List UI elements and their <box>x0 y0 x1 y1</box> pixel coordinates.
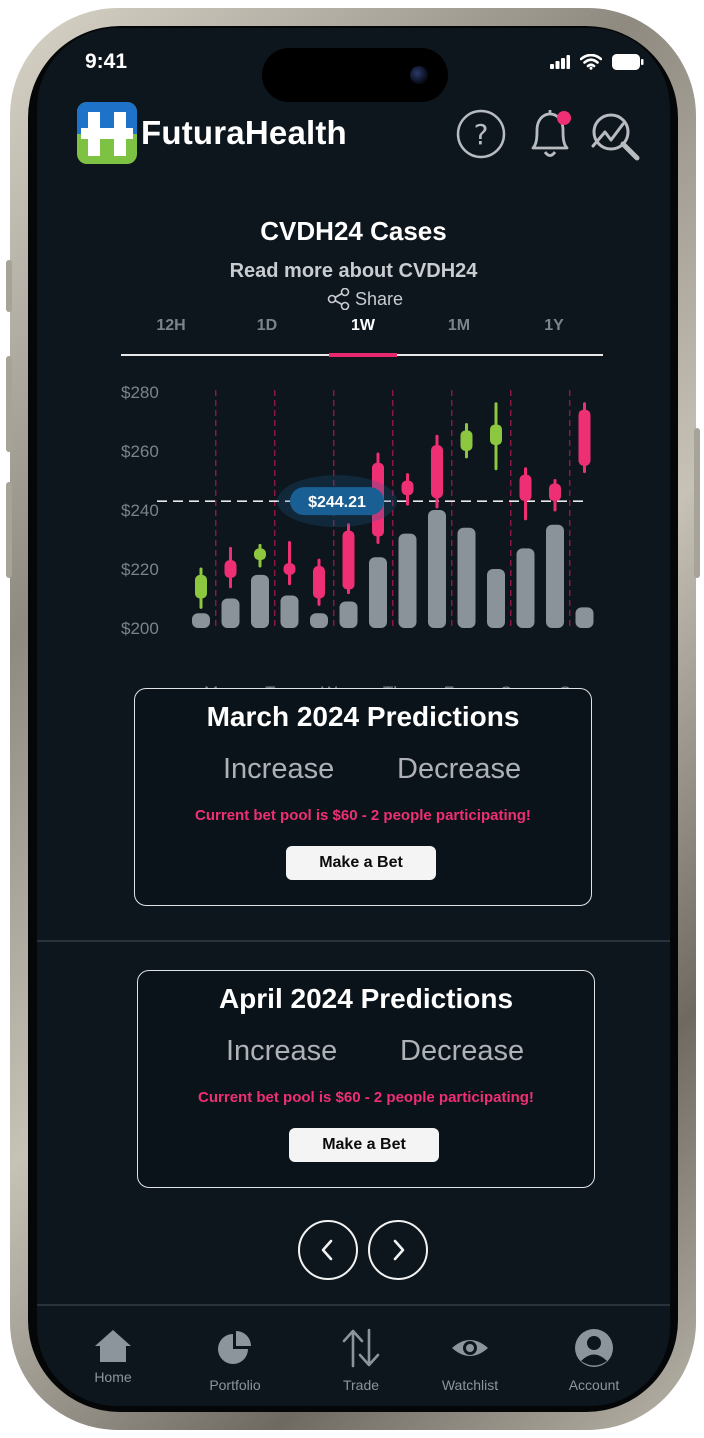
prediction-title: March 2024 Predictions <box>206 701 520 732</box>
eye-icon <box>452 1340 488 1356</box>
volume-bar <box>546 524 564 628</box>
status-time: 9:41 <box>85 50 128 73</box>
user-icon <box>575 1329 613 1367</box>
nav-account[interactable]: Account <box>544 1328 644 1393</box>
candle-body <box>578 409 591 466</box>
volume-bar <box>310 613 328 628</box>
candle-body <box>431 445 443 499</box>
candle-body <box>401 480 414 496</box>
tab-1d[interactable]: 1D <box>237 317 297 335</box>
volume-bar <box>487 569 505 628</box>
nav-portfolio[interactable]: Portfolio <box>185 1328 285 1393</box>
volume-bar <box>457 527 476 628</box>
nav-label: Trade <box>342 1377 380 1393</box>
candle-body <box>254 548 266 561</box>
increase-option[interactable]: Increase <box>226 1035 337 1068</box>
cellular-signal-icon <box>550 55 570 69</box>
share-button[interactable]: Share <box>327 288 403 310</box>
next-page-button[interactable] <box>368 1220 428 1280</box>
help-icon[interactable]: ? <box>455 108 507 160</box>
candle-body <box>549 483 561 502</box>
increase-option[interactable]: Increase <box>223 753 334 786</box>
bottom-navigation: Home Portfolio Trade Watchlist Account <box>37 1306 670 1406</box>
app-screen: 9:41 FuturaHealth ? CVDH24 Cases Read mo… <box>37 28 670 1406</box>
time-range-tabs: 12H 1D 1W 1M 1Y <box>121 313 603 357</box>
prediction-card-april: April 2024 Predictions Increase Decrease… <box>137 970 595 1188</box>
previous-page-button[interactable] <box>298 1220 358 1280</box>
share-label: Share <box>355 288 404 309</box>
y-tick-label: $240 <box>121 501 159 520</box>
nav-label: Account <box>568 1377 620 1393</box>
volume-bar <box>398 533 417 628</box>
chart-title: CVDH24 Cases <box>260 216 447 246</box>
volume-bar <box>280 595 299 628</box>
analytics-search-icon[interactable] <box>589 110 641 162</box>
section-divider <box>37 940 670 942</box>
nav-label: Watchlist <box>441 1377 499 1393</box>
make-bet-button[interactable]: Make a Bet <box>286 846 436 880</box>
tab-1y[interactable]: 1Y <box>524 317 584 335</box>
brand-name: FuturaHealth <box>141 114 347 151</box>
nav-watchlist[interactable]: Watchlist <box>420 1328 520 1393</box>
volume-up-button <box>6 356 12 452</box>
tab-1w[interactable]: 1W <box>333 317 393 335</box>
volume-bar <box>428 510 446 628</box>
candle-body <box>283 563 296 575</box>
nav-home[interactable]: Home <box>63 1328 163 1385</box>
dynamic-island <box>262 48 448 102</box>
volume-bar <box>192 613 210 628</box>
silent-switch <box>6 260 12 312</box>
notification-dot <box>557 111 571 125</box>
wifi-icon <box>580 54 602 70</box>
volume-bar <box>575 607 594 628</box>
battery-icon <box>612 54 644 70</box>
y-tick-label: $280 <box>121 383 159 402</box>
front-camera-icon <box>410 66 428 84</box>
nav-label: Portfolio <box>209 1377 261 1393</box>
reference-value-label: $244.21 <box>308 494 366 511</box>
y-tick-label: $260 <box>121 442 159 461</box>
y-tick-label: $200 <box>121 619 159 638</box>
candle-body <box>224 560 237 578</box>
candle-body <box>519 474 532 502</box>
tab-1m[interactable]: 1M <box>429 317 489 335</box>
home-icon <box>95 1330 131 1362</box>
trade-arrows-icon <box>342 1328 380 1368</box>
y-tick-label: $220 <box>121 560 159 579</box>
bet-pool-text: Current bet pool is $60 - 2 people parti… <box>195 807 531 824</box>
decrease-option[interactable]: Decrease <box>400 1035 524 1068</box>
chevron-left-icon <box>321 1239 333 1261</box>
make-bet-button[interactable]: Make a Bet <box>289 1128 439 1162</box>
logo-icon <box>77 102 137 164</box>
volume-down-button <box>6 482 12 578</box>
volume-bar <box>251 574 269 628</box>
decrease-option[interactable]: Decrease <box>397 753 521 786</box>
candle-body <box>342 530 355 590</box>
read-more-link[interactable]: Read more about CVDH24 <box>37 260 670 283</box>
prediction-card-march: March 2024 Predictions Increase Decrease… <box>134 688 592 906</box>
chevron-right-icon <box>393 1239 405 1261</box>
share-icon <box>327 288 350 310</box>
nav-label: Home <box>94 1369 132 1385</box>
bet-pool-text: Current bet pool is $60 - 2 people parti… <box>198 1089 534 1106</box>
candle-body <box>460 430 473 451</box>
notification-bell-icon[interactable] <box>523 106 579 164</box>
nav-trade[interactable]: Trade <box>311 1328 411 1393</box>
volume-bar <box>369 557 387 628</box>
volume-bar <box>516 548 535 628</box>
status-icons <box>550 54 644 70</box>
tab-12h[interactable]: 12H <box>141 317 201 335</box>
candle-body <box>313 566 325 599</box>
prediction-title: April 2024 Predictions <box>218 983 514 1014</box>
cases-candlestick-chart[interactable]: $200$220$240$260$280MoTuWeThFrSaSu$244.2… <box>107 368 607 708</box>
power-button <box>694 428 700 578</box>
svg-text:?: ? <box>474 118 489 151</box>
active-tab-indicator <box>329 353 397 357</box>
volume-bar <box>339 601 358 628</box>
candle-body <box>195 574 207 599</box>
volume-bar <box>221 598 240 628</box>
pie-chart-icon <box>218 1331 251 1364</box>
candle-body <box>490 424 502 446</box>
